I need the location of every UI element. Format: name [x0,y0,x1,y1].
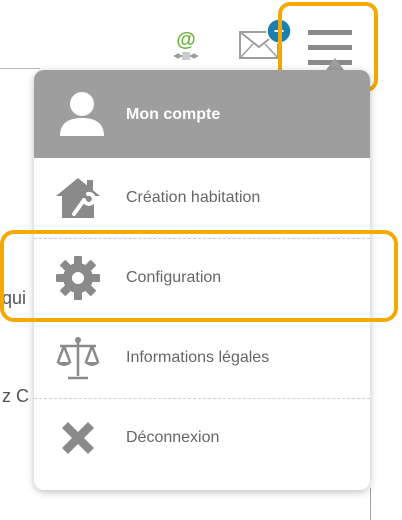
page-border [370,488,371,520]
scales-icon [56,337,100,380]
menu-item-configuration[interactable]: Configuration [34,238,370,318]
menu-item-label: Informations légales [126,349,270,366]
user-dropdown-menu: Mon compte Création habitation Configura… [34,70,370,490]
menu-item-label: Création habitation [126,189,261,206]
page-divider [0,68,40,69]
menu-item-creation-habitation[interactable]: Création habitation [34,158,370,238]
close-icon [62,422,94,454]
menu-item-label: Configuration [126,269,222,286]
at-sign-icon[interactable]: @ [170,26,202,66]
gear-icon [56,256,100,300]
user-icon [60,92,104,136]
menu-item-label: Mon compte [126,106,221,123]
menu-item-label: Déconnexion [126,429,220,446]
menu-item-deconnexion[interactable]: Déconnexion [34,398,370,478]
background-text-fragment: z C [2,386,29,406]
svg-text:@: @ [176,29,196,51]
menu-item-account[interactable]: Mon compte [34,70,370,158]
menu-item-informations-legales[interactable]: Informations légales [34,318,370,398]
house-wrench-icon [56,178,100,218]
menu-caret [326,58,344,70]
background-text-fragment: qui [2,288,27,308]
